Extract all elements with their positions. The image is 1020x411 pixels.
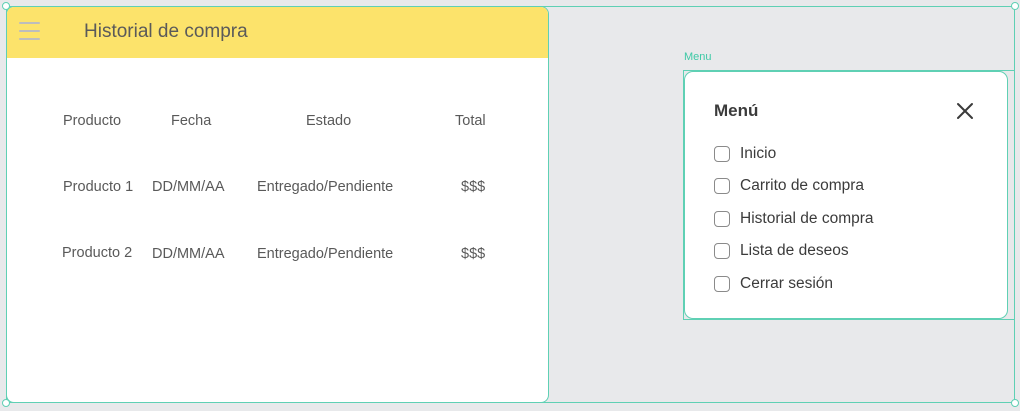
table-cell-total: $$$ [461,179,486,195]
app-header: Historial de compra [7,7,548,58]
menu-item-label: Lista de deseos [740,242,849,259]
menu-title: Menú [714,101,759,120]
table-cell-date: DD/MM/AA [152,179,225,195]
column-header-status: Estado [306,113,352,129]
column-header-product: Producto [63,113,122,129]
navigation-menu: Menú Inicio Carrito de compra Historial … [684,71,1008,319]
menu-item-label: Inicio [740,145,777,162]
purchase-history-card: Historial de compra Producto Fecha Estad… [6,6,549,403]
table-cell-date: DD/MM/AA [152,246,225,262]
resize-handle-top-right[interactable] [1011,2,1019,10]
menu-item-label: Cerrar sesión [740,275,834,292]
menu-item-deseos[interactable]: Lista de deseos [714,241,849,261]
table-cell-product: Producto 1 [63,179,134,195]
hamburger-icon[interactable] [19,22,40,40]
checkbox[interactable] [714,211,730,227]
checkbox[interactable] [714,178,730,194]
menu-item-carrito[interactable]: Carrito de compra [714,176,864,196]
menu-frame-label: Menu [684,51,712,63]
menu-item-historial[interactable]: Historial de compra [714,209,874,229]
table-cell-total: $$$ [461,246,486,262]
menu-item-cerrar-sesion[interactable]: Cerrar sesión [714,274,833,294]
table-cell-product: Producto 2 [62,245,133,261]
column-header-date: Fecha [171,113,212,129]
menu-item-inicio[interactable]: Inicio [714,144,776,164]
checkbox[interactable] [714,243,730,259]
menu-item-label: Carrito de compra [740,177,865,194]
menu-item-label: Historial de compra [740,210,874,227]
resize-handle-bottom-right[interactable] [1011,399,1019,407]
page-title: Historial de compra [84,21,248,42]
close-icon[interactable] [955,101,975,121]
column-header-total: Total [455,113,486,129]
checkbox[interactable] [714,146,730,162]
checkbox[interactable] [714,276,730,292]
table-cell-status: Entregado/Pendiente [257,179,394,195]
table-cell-status: Entregado/Pendiente [257,246,394,262]
